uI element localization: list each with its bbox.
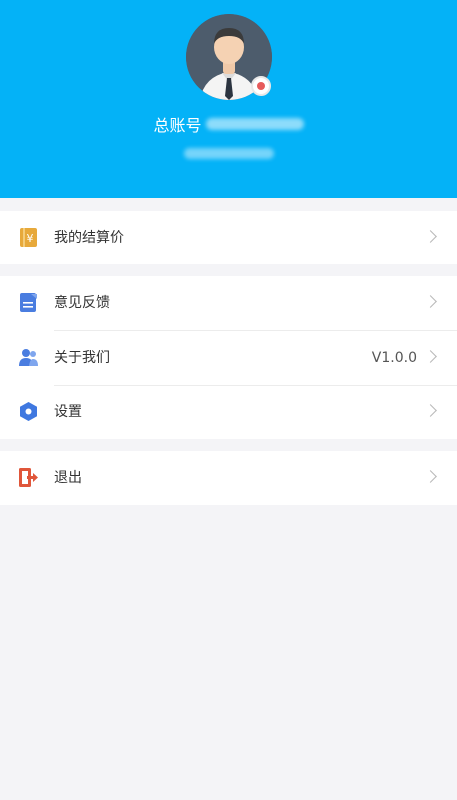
menu-item-about-us[interactable]: 关于我们 V1.0.0	[0, 331, 457, 385]
menu-item-settings[interactable]: 设置	[0, 385, 457, 439]
about-us-icon	[18, 347, 39, 368]
menu-group-logout: 退出	[0, 451, 457, 505]
settlement-price-icon: ¥	[18, 227, 39, 248]
menu-item-label: 我的结算价	[54, 230, 124, 246]
menu-item-label: 意见反馈	[54, 295, 110, 311]
version-value: V1.0.0	[371, 350, 417, 366]
chevron-right-icon	[424, 470, 437, 483]
menu-item-label: 设置	[54, 404, 82, 420]
menu-item-feedback[interactable]: 意见反馈	[0, 276, 457, 330]
feedback-icon	[18, 292, 39, 313]
blurred-account-detail	[183, 148, 274, 159]
avatar-badge-icon	[251, 76, 271, 96]
chevron-right-icon	[424, 230, 437, 243]
menu-item-logout[interactable]: 退出	[0, 451, 457, 505]
chevron-right-icon	[424, 350, 437, 363]
menu-item-label: 关于我们	[54, 350, 110, 366]
menu-item-settlement-price[interactable]: ¥ 我的结算价	[0, 211, 457, 265]
chevron-right-icon	[424, 404, 437, 417]
chevron-right-icon	[424, 295, 437, 308]
menu-group-info: 意见反馈 关于我们 V1.0.0 设置	[0, 276, 457, 439]
profile-header: 总账号	[0, 0, 457, 198]
account-subline	[0, 143, 457, 162]
svg-text:¥: ¥	[27, 232, 34, 245]
settings-icon	[18, 401, 39, 422]
account-label: 总账号	[153, 116, 202, 135]
blurred-account-number	[205, 118, 304, 130]
profile-page: 总账号 ¥ 我的结算价 意见反馈 关于我们 V1.0.0 设置 退出	[0, 0, 457, 800]
menu-group-settlement: ¥ 我的结算价	[0, 211, 457, 264]
menu-item-label: 退出	[54, 470, 82, 486]
account-line: 总账号	[0, 112, 457, 136]
logout-icon	[18, 467, 39, 488]
